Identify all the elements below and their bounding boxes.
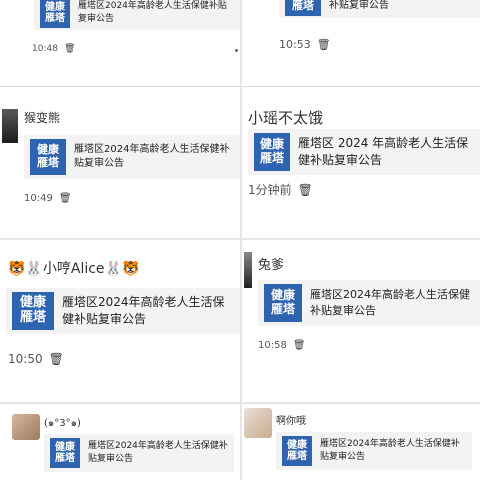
health-yanta-logo: 健康 雁塔 [40, 0, 70, 28]
shared-article-card[interactable]: 健康 雁塔 雁塔区2024年高龄老人生活保健补贴复审公告 [24, 135, 240, 179]
health-yanta-logo: 健康 雁塔 [12, 292, 54, 330]
trash-icon[interactable]: 🗑 [317, 38, 331, 51]
more-dots-icon[interactable] [235, 49, 238, 52]
health-yanta-logo: 健康 雁塔 [254, 133, 290, 171]
comment-snippet-4: 小瑶不太饿 健康 雁塔 雁塔区 2024 年高龄老人生活保健补贴复审公告 1分钟前… [242, 86, 480, 237]
comment-snippet-3: 猴变熊 健康 雁塔 雁塔区2024年高龄老人生活保健补贴复审公告 10:49 🗑 [0, 86, 240, 237]
user-name: 猴变熊 [24, 111, 61, 125]
health-yanta-logo: 雁塔 [285, 0, 321, 16]
trash-icon[interactable]: 🗑 [49, 352, 64, 366]
article-title: 雁塔区2024年高龄老人生活保健补贴复审公告 [320, 438, 460, 462]
trash-icon[interactable]: 🗑 [298, 183, 313, 197]
comment-time: 10:50 [8, 352, 43, 366]
article-title: 雁塔区2024年高龄老人生活保健补贴复审公告 [310, 288, 470, 317]
comment-time: 10:53 [279, 38, 311, 51]
user-name: (๑°3°๑) [44, 418, 81, 429]
comment-time: 1分钟前 [248, 183, 292, 197]
comment-snippet-6: 兔爹 健康 雁塔 雁塔区2024年高龄老人生活保健补贴复审公告 10:58 🗑 [242, 240, 480, 402]
shared-article-card[interactable]: 健康 雁塔 雁塔区 2024 年高龄老人生活保健补贴复审公告 [248, 129, 480, 175]
comment-snippet-5: 🐯🐰小哼Alice🐰🐯 健康 雁塔 雁塔区2024年高龄老人生活保健补贴复审公告 … [0, 240, 240, 402]
collage-divider-vertical [240, 0, 242, 480]
user-avatar[interactable] [244, 408, 272, 438]
article-title: 补贴复审公告 [329, 0, 389, 11]
user-avatar[interactable] [244, 252, 252, 288]
shared-article-card[interactable]: 健康 雁塔 雁塔区2024年高龄老人生活保健补贴复审公告 [276, 432, 472, 470]
shared-article-card[interactable]: 雁塔 补贴复审公告 [279, 0, 480, 18]
comment-snippet-7: (๑°3°๑) 健康 雁塔 雁塔区2024年高龄老人生活保健补贴复审公告 [0, 404, 240, 480]
article-title: 雁塔区 2024 年高龄老人生活保健补贴复审公告 [298, 135, 469, 167]
shared-article-card[interactable]: 健康 雁塔 雁塔区2024年高龄老人生活保健补贴复审公告 [6, 288, 240, 334]
comment-time: 10:49 [24, 193, 53, 204]
health-yanta-logo: 健康 雁塔 [30, 139, 66, 175]
trash-icon[interactable]: 🗑 [293, 340, 306, 351]
trash-icon[interactable]: 🗑 [59, 193, 72, 204]
health-yanta-logo: 健康 雁塔 [264, 284, 302, 322]
user-avatar[interactable] [12, 414, 40, 440]
comment-time: 10:58 [258, 340, 287, 351]
comment-snippet-1: 健康 雁塔 雁塔区2024年高龄老人生活保健补贴复审公告 10:48 🗑 [0, 0, 240, 82]
collage-divider-horizontal [0, 402, 480, 404]
shared-article-card[interactable]: 健康 雁塔 雁塔区2024年高龄老人生活保健补贴复审公告 [44, 434, 234, 472]
article-title: 雁塔区2024年高龄老人生活保健补贴复审公告 [62, 294, 225, 326]
comment-time: 10:48 [32, 44, 58, 54]
health-yanta-logo: 健康 雁塔 [282, 436, 312, 466]
trash-icon[interactable]: 🗑 [64, 44, 75, 54]
collage-divider-horizontal [0, 238, 480, 240]
user-name: 🐯🐰小哼Alice🐰🐯 [8, 261, 140, 277]
article-title: 雁塔区2024年高龄老人生活保健补贴复审公告 [78, 0, 227, 24]
user-avatar[interactable] [2, 109, 18, 143]
user-name: 兔爹 [258, 258, 285, 273]
comment-snippet-2: 雁塔 补贴复审公告 10:53 🗑 [241, 0, 480, 82]
shared-article-card[interactable]: 健康 雁塔 雁塔区2024年高龄老人生活保健补贴复审公告 [34, 0, 240, 30]
article-title: 雁塔区2024年高龄老人生活保健补贴复审公告 [88, 440, 228, 464]
comment-snippet-8: 啊你哦 健康 雁塔 雁塔区2024年高龄老人生活保健补贴复审公告 [242, 404, 480, 480]
article-title: 雁塔区2024年高龄老人生活保健补贴复审公告 [74, 143, 230, 170]
user-name: 啊你哦 [276, 416, 306, 427]
health-yanta-logo: 健康 雁塔 [50, 438, 80, 468]
shared-article-card[interactable]: 健康 雁塔 雁塔区2024年高龄老人生活保健补贴复审公告 [258, 280, 480, 326]
user-name: 小瑶不太饿 [248, 109, 324, 127]
